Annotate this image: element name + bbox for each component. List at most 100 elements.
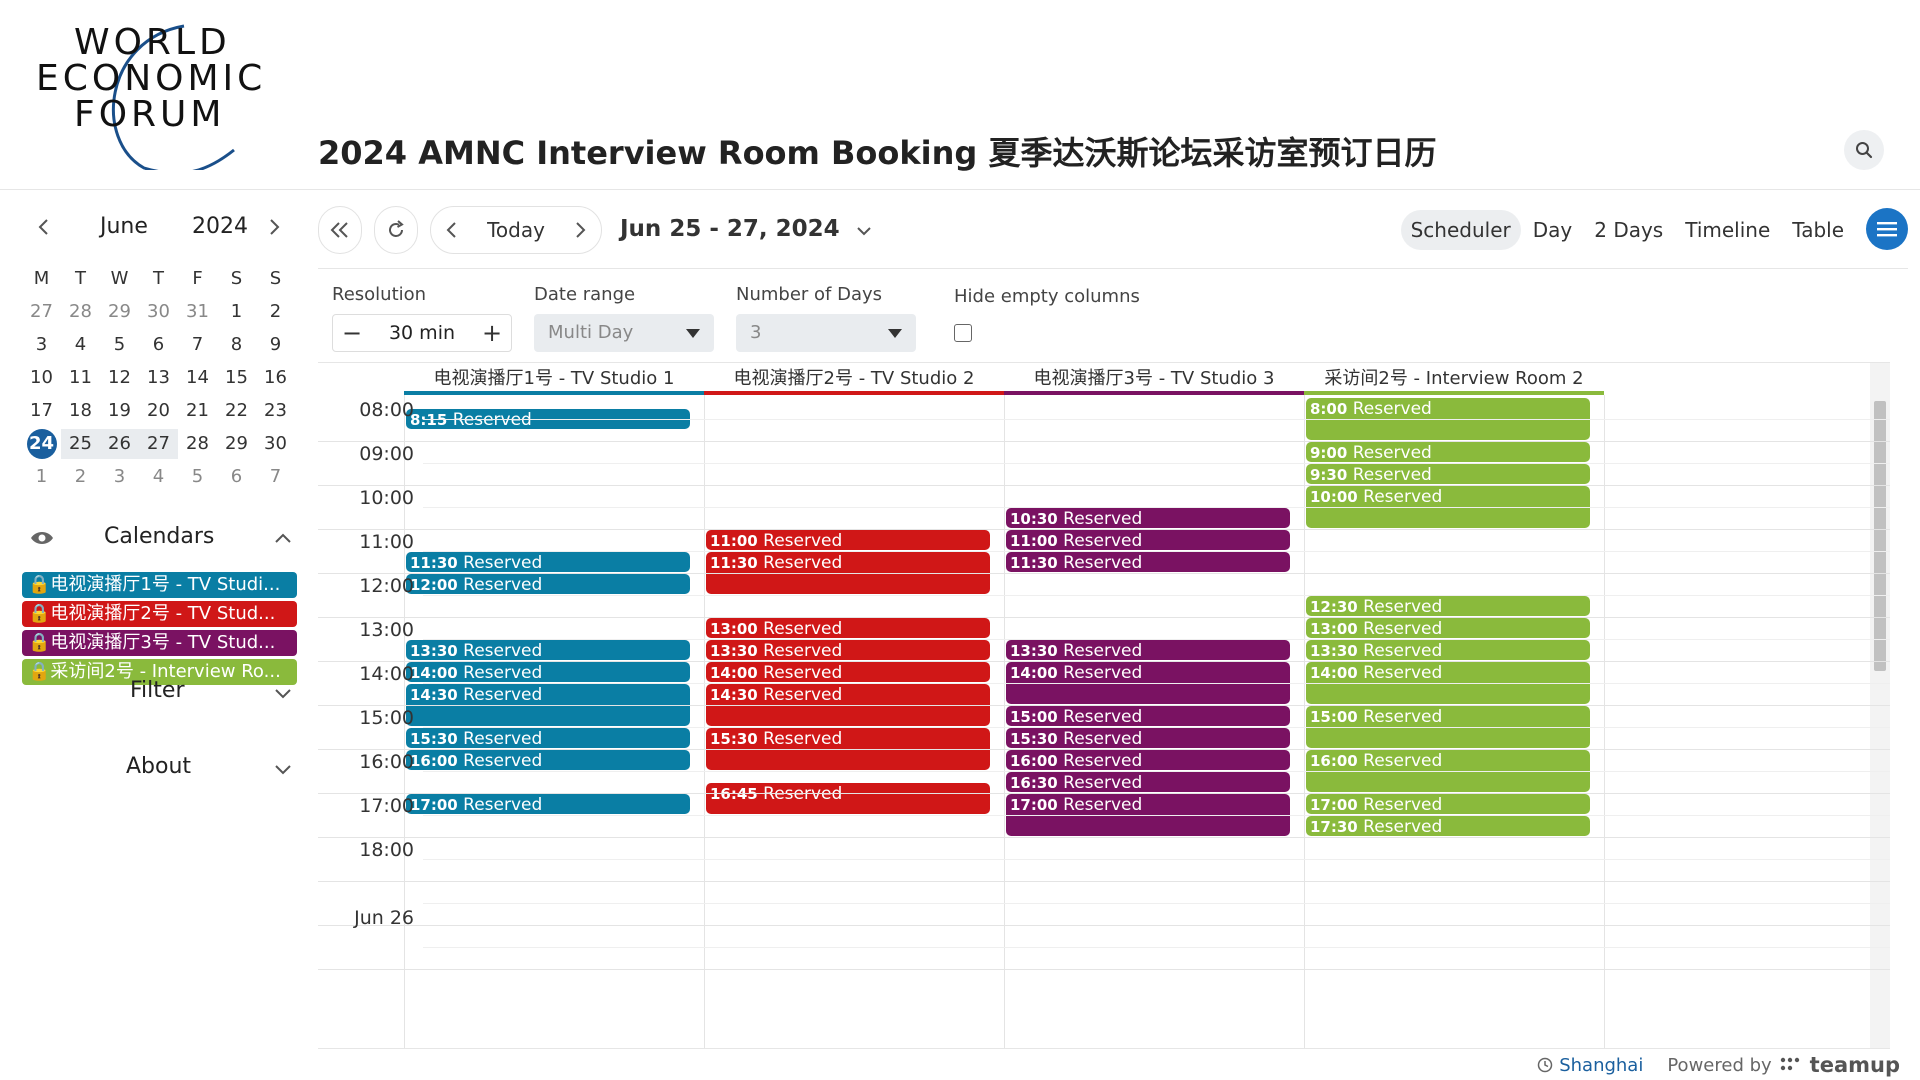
view-scheduler[interactable]: Scheduler (1400, 210, 1521, 250)
mini-calendar-day[interactable]: 19 (100, 396, 139, 426)
mini-calendar-day[interactable]: 31 (178, 297, 217, 327)
mini-calendar-day[interactable]: 2 (61, 462, 100, 492)
mini-calendar-day[interactable]: 17 (22, 396, 61, 426)
mini-calendar-day[interactable]: 25 (61, 428, 100, 459)
event-block[interactable]: 17:30 Reserved (1306, 816, 1590, 836)
event-block[interactable]: 14:00 Reserved (706, 662, 990, 682)
mini-calendar-day[interactable]: 20 (139, 396, 178, 426)
event-block[interactable]: 13:00 Reserved (706, 618, 990, 638)
mini-calendar-day[interactable]: 1 (217, 297, 256, 327)
mini-calendar-day[interactable]: 3 (100, 462, 139, 492)
event-block[interactable]: 16:00 Reserved (1006, 750, 1290, 770)
mini-calendar-day[interactable]: 29 (217, 429, 256, 459)
refresh-button[interactable] (374, 206, 418, 254)
prev-month-button[interactable] (28, 212, 58, 242)
event-block[interactable]: 16:00 Reserved (406, 750, 690, 770)
mini-calendar-day[interactable]: 21 (178, 396, 217, 426)
mini-calendar-day[interactable]: 7 (178, 330, 217, 360)
filter-section-header[interactable]: Filter (20, 676, 300, 712)
event-block[interactable]: 13:30 Reserved (406, 640, 690, 660)
mini-calendar-day[interactable]: 24 (26, 428, 57, 459)
mini-calendar-day[interactable]: 23 (256, 396, 295, 426)
mini-calendar-day[interactable]: 28 (178, 429, 217, 459)
mini-calendar-day[interactable]: 27 (22, 297, 61, 327)
event-block[interactable]: 13:30 Reserved (1006, 640, 1290, 660)
view-table[interactable]: Table (1782, 210, 1854, 250)
teamup-brand-link[interactable]: teamup (1810, 1053, 1900, 1077)
mini-calendar-day[interactable]: 5 (100, 330, 139, 360)
mini-calendar-day[interactable]: 7 (256, 462, 295, 492)
view-2-days[interactable]: 2 Days (1584, 210, 1673, 250)
mini-calendar-day[interactable]: 26 (100, 428, 139, 459)
mini-calendar-day[interactable]: 6 (139, 330, 178, 360)
mini-calendar-day[interactable]: 18 (61, 396, 100, 426)
mini-calendar-day[interactable]: 28 (61, 297, 100, 327)
timezone-link[interactable]: Shanghai (1559, 1055, 1643, 1076)
event-block[interactable]: 9:00 Reserved (1306, 442, 1590, 462)
collapse-sidebar-button[interactable] (318, 206, 362, 254)
search-button[interactable] (1844, 130, 1884, 170)
mini-calendar-day[interactable]: 15 (217, 363, 256, 393)
mini-calendar-day[interactable]: 13 (139, 363, 178, 393)
event-block[interactable]: 11:00 Reserved (1006, 530, 1290, 550)
event-block[interactable]: 13:00 Reserved (1306, 618, 1590, 638)
mini-calendar-day[interactable]: 27 (139, 428, 178, 459)
date-range-select[interactable]: Multi Day (534, 314, 714, 352)
next-month-button[interactable] (260, 212, 290, 242)
mini-calendar-day[interactable]: 9 (256, 330, 295, 360)
prev-range-icon[interactable] (445, 221, 457, 239)
event-block[interactable]: 13:30 Reserved (706, 640, 990, 660)
today-button[interactable]: Today (487, 218, 545, 242)
calendar-item-tv-studio-2[interactable]: 🔒电视演播厅2号 - TV Stud... (22, 601, 297, 627)
event-block[interactable]: 12:30 Reserved (1306, 596, 1590, 616)
event-block[interactable]: 9:30 Reserved (1306, 464, 1590, 484)
mini-calendar-day[interactable]: 8 (217, 330, 256, 360)
mini-calendar-day[interactable]: 11 (61, 363, 100, 393)
mini-calendar-day[interactable]: 12 (100, 363, 139, 393)
mini-calendar-day[interactable]: 4 (139, 462, 178, 492)
about-section-header[interactable]: About (20, 752, 300, 788)
event-block[interactable]: 15:30 Reserved (1006, 728, 1290, 748)
resolution-decrease-button[interactable]: − (333, 319, 371, 347)
event-block[interactable]: 15:30 Reserved (406, 728, 690, 748)
mini-calendar-day[interactable]: 14 (178, 363, 217, 393)
mini-calendar-day[interactable]: 29 (100, 297, 139, 327)
date-range-picker[interactable]: Jun 25 - 27, 2024 (620, 216, 872, 242)
number-of-days-select[interactable]: 3 (736, 314, 916, 352)
event-block[interactable]: 11:00 Reserved (706, 530, 990, 550)
calendars-section-header[interactable]: Calendars (20, 522, 300, 558)
mini-calendar-day[interactable]: 30 (256, 429, 295, 459)
event-block[interactable]: 12:00 Reserved (406, 574, 690, 594)
mini-calendar-day[interactable]: 6 (217, 462, 256, 492)
event-block[interactable]: 14:00 Reserved (406, 662, 690, 682)
mini-calendar-day[interactable]: 3 (22, 330, 61, 360)
main-menu-button[interactable] (1866, 208, 1908, 250)
mini-calendar-year[interactable]: 2024 (192, 214, 248, 239)
mini-calendar-day[interactable]: 5 (178, 462, 217, 492)
mini-calendar-month[interactable]: June (100, 214, 148, 239)
event-block[interactable]: 16:45 Reserved (706, 783, 990, 814)
mini-calendar-day[interactable]: 22 (217, 396, 256, 426)
event-block[interactable]: 17:00 Reserved (1306, 794, 1590, 814)
mini-calendar-day[interactable]: 2 (256, 297, 295, 327)
event-block[interactable]: 16:30 Reserved (1006, 772, 1290, 792)
event-block[interactable]: 15:00 Reserved (1006, 706, 1290, 726)
mini-calendar-day[interactable]: 30 (139, 297, 178, 327)
view-day[interactable]: Day (1523, 210, 1583, 250)
mini-calendar-day[interactable]: 10 (22, 363, 61, 393)
calendar-item-tv-studio-3[interactable]: 🔒电视演播厅3号 - TV Stud... (22, 630, 297, 656)
calendar-item-tv-studio-1[interactable]: 🔒电视演播厅1号 - TV Studi... (22, 572, 297, 598)
event-block[interactable]: 11:30 Reserved (406, 552, 690, 572)
resolution-increase-button[interactable]: + (473, 319, 511, 347)
event-block[interactable]: 10:30 Reserved (1006, 508, 1290, 528)
eye-icon[interactable] (30, 530, 54, 546)
view-timeline[interactable]: Timeline (1675, 210, 1780, 250)
mini-calendar-day[interactable]: 1 (22, 462, 61, 492)
event-block[interactable]: 17:00 Reserved (406, 794, 690, 814)
mini-calendar-day[interactable]: 16 (256, 363, 295, 393)
mini-calendar-day[interactable]: 4 (61, 330, 100, 360)
hide-empty-columns-checkbox[interactable] (954, 324, 972, 342)
event-block[interactable]: 13:30 Reserved (1306, 640, 1590, 660)
event-block[interactable]: 11:30 Reserved (1006, 552, 1290, 572)
next-range-icon[interactable] (575, 221, 587, 239)
